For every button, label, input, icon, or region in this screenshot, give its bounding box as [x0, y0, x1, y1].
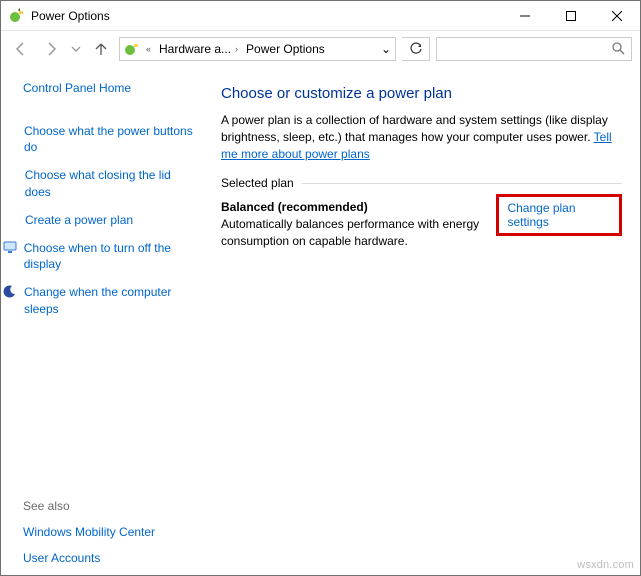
- sidebar: Control Panel Home Choose what the power…: [1, 67, 209, 575]
- close-button[interactable]: [594, 1, 640, 30]
- nav-row: « Hardware a... › Power Options ⌄: [1, 31, 640, 67]
- sidebar-item-closing-lid[interactable]: Choose what closing the lid does: [25, 167, 197, 199]
- search-icon: [611, 41, 625, 58]
- plan-description: Automatically balances performance with …: [221, 216, 496, 248]
- breadcrumb-hardware[interactable]: Hardware a... ›: [157, 42, 240, 56]
- breadcrumb-root[interactable]: «: [144, 44, 153, 54]
- main-content: Choose or customize a power plan A power…: [209, 67, 640, 575]
- chevron-left-icon: «: [146, 44, 151, 54]
- chevron-right-icon: ›: [235, 44, 238, 54]
- address-dropdown-icon[interactable]: ⌄: [381, 42, 391, 56]
- page-heading: Choose or customize a power plan: [221, 85, 622, 102]
- address-bar[interactable]: « Hardware a... › Power Options ⌄: [119, 37, 396, 61]
- plan-name: Balanced (recommended): [221, 200, 496, 214]
- sidebar-item-create-plan[interactable]: Create a power plan: [25, 212, 133, 228]
- window-title: Power Options: [31, 9, 110, 23]
- see-also-mobility-center[interactable]: Windows Mobility Center: [23, 525, 197, 539]
- search-input[interactable]: [436, 37, 632, 61]
- watermark: wsxdn.com: [577, 559, 634, 571]
- titlebar: Power Options: [1, 1, 640, 31]
- page-description: A power plan is a collection of hardware…: [221, 112, 622, 162]
- sidebar-item-power-buttons[interactable]: Choose what the power buttons do: [24, 123, 197, 155]
- selected-plan-label: Selected plan: [221, 176, 294, 190]
- see-also-user-accounts[interactable]: User Accounts: [23, 551, 197, 565]
- breadcrumb-label: Hardware a...: [159, 42, 231, 56]
- minimize-button[interactable]: [502, 1, 548, 30]
- forward-button[interactable]: [39, 37, 63, 61]
- monitor-icon: [3, 240, 18, 254]
- control-panel-icon: [124, 41, 140, 57]
- change-plan-settings-link[interactable]: Change plan settings: [496, 194, 622, 236]
- see-also-label: See also: [23, 489, 197, 513]
- breadcrumb-power-options[interactable]: Power Options: [244, 42, 327, 56]
- refresh-button[interactable]: [402, 37, 430, 61]
- divider: [302, 183, 622, 184]
- sidebar-item-computer-sleeps[interactable]: Change when the computer sleeps: [24, 284, 197, 316]
- recent-locations-button[interactable]: [69, 37, 83, 61]
- moon-icon: [3, 284, 18, 298]
- maximize-button[interactable]: [548, 1, 594, 30]
- app-icon: [9, 8, 25, 24]
- control-panel-home-link[interactable]: Control Panel Home: [23, 81, 197, 95]
- up-button[interactable]: [89, 37, 113, 61]
- back-button[interactable]: [9, 37, 33, 61]
- sidebar-item-turn-off-display[interactable]: Choose when to turn off the display: [24, 240, 197, 272]
- breadcrumb-label: Power Options: [246, 42, 325, 56]
